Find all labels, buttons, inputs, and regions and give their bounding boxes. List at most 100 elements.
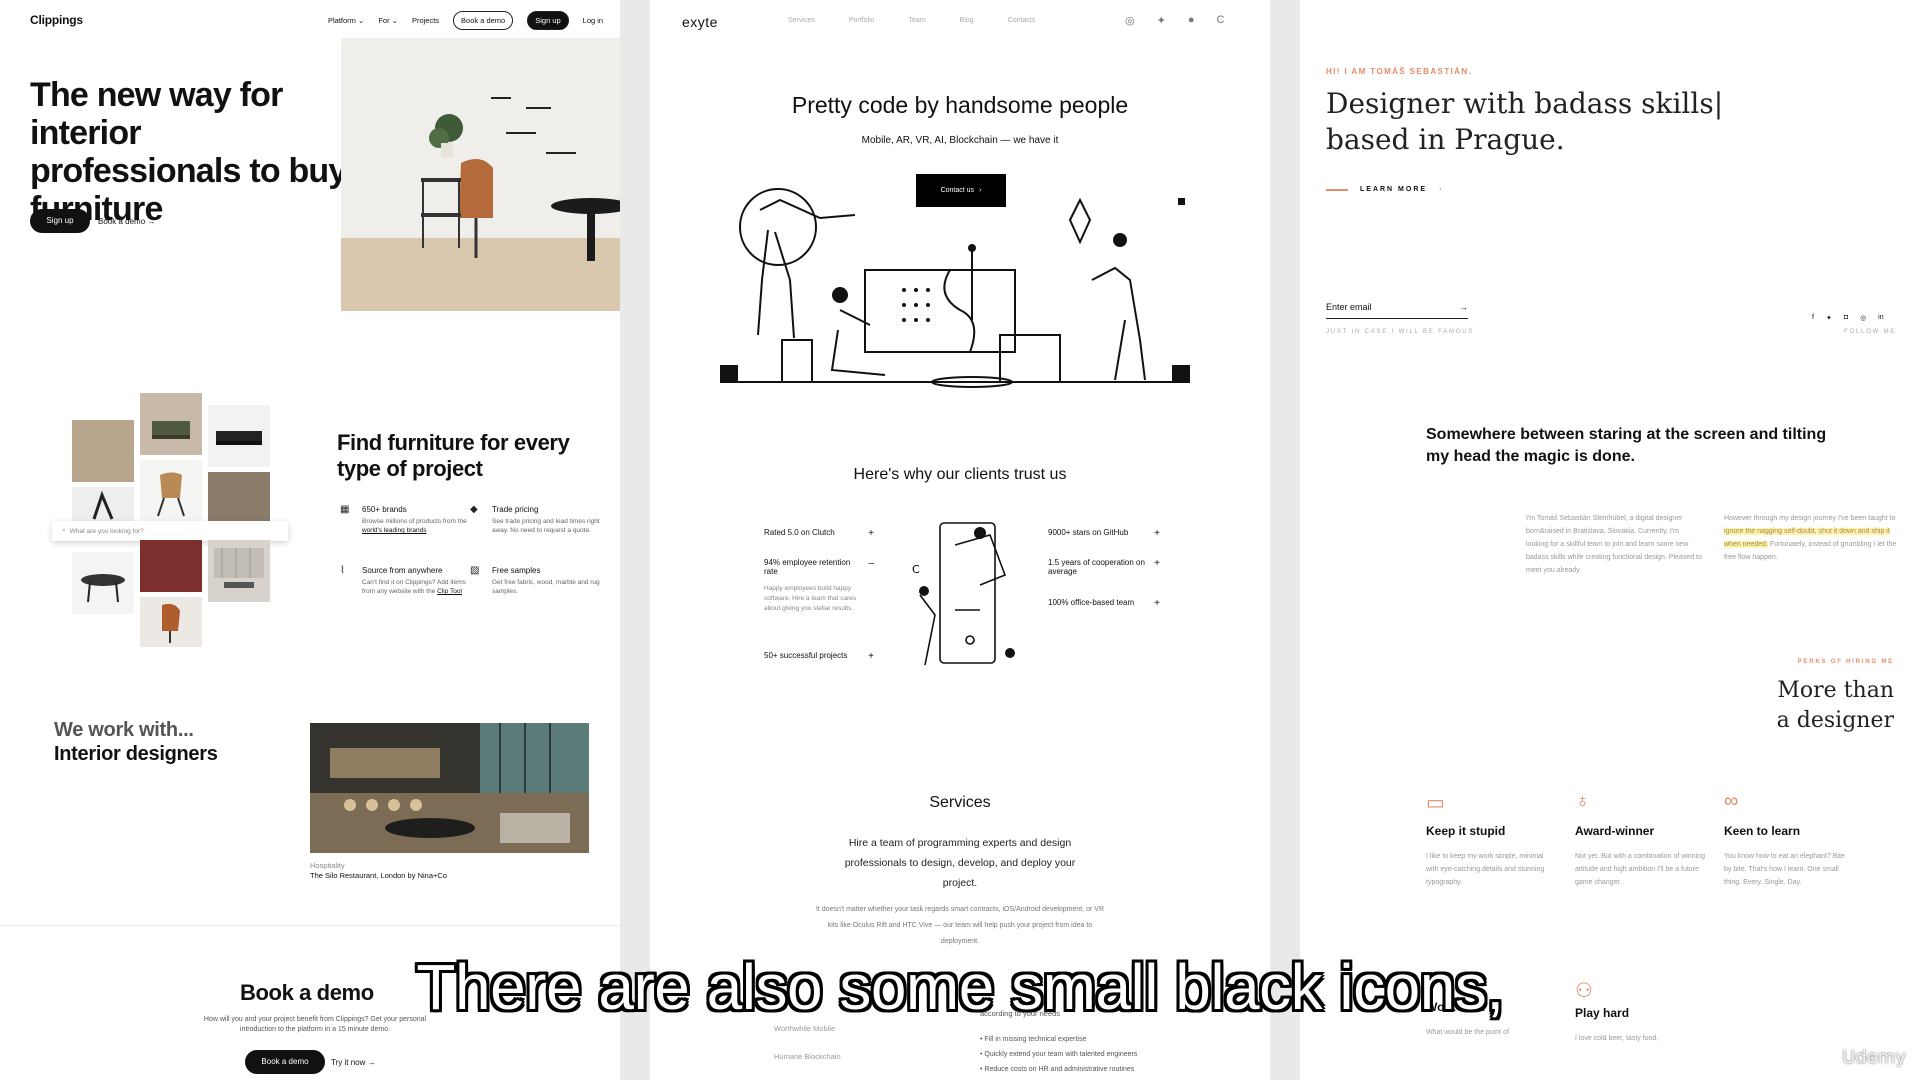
hero-book-demo-link[interactable]: Book a demo → xyxy=(98,217,155,226)
twitter-icon[interactable]: ✦ xyxy=(1826,314,1832,322)
plus-icon: + xyxy=(868,651,874,662)
nav-platform[interactable]: Platform ⌄ xyxy=(328,16,364,25)
feature-source-anywhere: ⌇ Source from anywhere Can't find it on … xyxy=(340,565,466,596)
perk-award-winner: ♁ Award-winner Not yet. But with a combi… xyxy=(1575,790,1715,889)
clip-tool-link[interactable]: Clip Tool xyxy=(437,588,462,595)
email-input[interactable]: Enter email → xyxy=(1326,302,1468,319)
product-tile[interactable] xyxy=(140,460,202,522)
restaurant-caption: Hospitality The Silo Restaurant, London … xyxy=(310,861,447,880)
dribbble-icon[interactable]: ◎ xyxy=(1860,314,1866,322)
trust-github[interactable]: 9000+ stars on GitHub + xyxy=(1048,528,1160,539)
trust-title: Here's why our clients trust us xyxy=(853,466,1067,483)
instagram-icon[interactable]: ◘ xyxy=(1844,314,1848,322)
product-tile[interactable] xyxy=(140,393,202,455)
arrow-right-icon: → xyxy=(1459,302,1468,312)
feature-brands: ▦ 650+ brands Browse millions of product… xyxy=(340,504,467,535)
perk-keep-stupid: ▭ Keep it stupid I like to keep my work … xyxy=(1426,790,1566,889)
nav-services[interactable]: Services xyxy=(788,17,815,24)
product-tile[interactable] xyxy=(140,540,202,592)
twitter-icon[interactable]: ✦ xyxy=(1157,14,1166,27)
more-than-designer-title: More than a designer xyxy=(1776,678,1894,733)
service-item[interactable]: Humane Blockchain xyxy=(774,1043,841,1071)
nav-blog[interactable]: Blog xyxy=(960,17,974,24)
minus-icon: – xyxy=(868,558,874,569)
services-title: Services xyxy=(929,794,991,811)
plus-icon: + xyxy=(1154,528,1160,539)
udemy-watermark: Udemy xyxy=(1842,1047,1906,1068)
arrow-right-icon: › xyxy=(979,187,982,194)
nav-team[interactable]: Team xyxy=(909,17,926,24)
product-tile[interactable] xyxy=(208,540,270,602)
search-icon: ⌕ xyxy=(62,527,66,534)
trust-illustration: C xyxy=(910,515,1030,670)
clippings-nav: Platform ⌄ For ⌄ Projects Book a demo Si… xyxy=(328,11,603,30)
trust-office[interactable]: 100% office-based team + xyxy=(1048,598,1160,609)
nav-login-link[interactable]: Log in xyxy=(583,16,603,25)
clutch-icon[interactable]: C xyxy=(1216,14,1224,27)
hero-image xyxy=(341,38,620,311)
clippings-logo[interactable]: Clippings xyxy=(30,13,83,27)
perks-kicker: PERKS OF HIRING ME xyxy=(1797,659,1894,665)
intro-kicker: HI! I AM TOMÁŠ SEBASTIÁN. xyxy=(1326,67,1473,76)
feature-trade-pricing: ◆ Trade pricing See trade pricing and le… xyxy=(470,504,600,535)
svg-text:C: C xyxy=(912,563,920,576)
nav-portfolio[interactable]: Portfolio xyxy=(849,17,875,24)
product-tile[interactable] xyxy=(208,405,270,467)
book-demo-button[interactable]: Book a demo xyxy=(245,1050,325,1074)
restaurant-image xyxy=(310,723,589,853)
github-icon[interactable]: ● xyxy=(1188,14,1195,27)
hero-signup-button[interactable]: Sign up xyxy=(30,209,90,233)
plus-icon: + xyxy=(1154,558,1160,569)
trust-retention[interactable]: 94% employee retention rate – xyxy=(764,558,874,576)
hero-title: The new way for interior professionals t… xyxy=(30,76,347,228)
video-subtitle: There are also some small black icons, xyxy=(416,951,1504,1023)
paperclip-icon: ⌇ xyxy=(340,565,345,576)
plus-icon: + xyxy=(868,528,874,539)
trust-projects[interactable]: 50+ successful projects + xyxy=(764,651,874,662)
exyte-panel: exyte Services Portfolio Team Blog Conta… xyxy=(650,0,1270,1080)
award-icon: ♁ xyxy=(1575,790,1590,812)
nav-projects[interactable]: Projects xyxy=(412,16,439,25)
swatch-icon: ▨ xyxy=(470,565,480,576)
nav-contacts[interactable]: Contacts xyxy=(1008,17,1036,24)
image-icon: ▭ xyxy=(1426,792,1445,814)
services-small-text: It doesn't matter whether your task rega… xyxy=(815,906,1105,945)
product-tile[interactable] xyxy=(140,597,202,647)
product-tile[interactable] xyxy=(72,552,134,614)
work-with-heading: We work with... Interior designers xyxy=(54,719,218,765)
trust-cooperation[interactable]: 1.5 years of cooperation on average + xyxy=(1048,558,1160,576)
contact-us-button[interactable]: Contact us › xyxy=(916,174,1006,207)
instagram-icon[interactable]: ◎ xyxy=(1125,14,1135,27)
nav-book-demo-button[interactable]: Book a demo xyxy=(453,11,514,30)
exyte-nav: Services Portfolio Team Blog Contacts xyxy=(788,17,1035,24)
exyte-hero-title: Pretty code by handsome people xyxy=(791,92,1129,118)
about-right-text: However through my design journey I've b… xyxy=(1724,515,1897,561)
world-brands-link[interactable]: world's leading brands xyxy=(362,527,426,534)
services-text: Hire a team of programming experts and d… xyxy=(844,837,1076,889)
exyte-hero-subtitle: Mobile, AR, VR, AI, Blockchain — we have… xyxy=(861,135,1059,146)
exyte-logo[interactable]: exyte xyxy=(682,14,718,30)
nav-for[interactable]: For ⌄ xyxy=(378,16,398,25)
about-left-text: I'm Tomáš Sebastián Steinhübel, a digita… xyxy=(1526,515,1702,574)
portfolio-hero-title: Designer with badass skills| based in Pr… xyxy=(1326,87,1724,156)
nav-signup-button[interactable]: Sign up xyxy=(527,11,569,30)
price-tag-icon: ◆ xyxy=(470,504,478,515)
chevron-right-icon: › xyxy=(1439,186,1444,193)
trust-retention-desc: Happy employees build happy software. Hi… xyxy=(764,585,857,612)
product-tile[interactable] xyxy=(72,487,134,521)
section-divider xyxy=(0,925,620,926)
product-tile[interactable] xyxy=(208,472,270,521)
linkedin-icon[interactable]: in xyxy=(1878,314,1883,322)
clippings-panel: Clippings Platform ⌄ For ⌄ Projects Book… xyxy=(0,0,620,1080)
magic-heading: Somewhere between staring at the screen … xyxy=(1426,426,1827,465)
follow-caption: FOLLOW ME xyxy=(1844,329,1897,335)
learn-more-link[interactable]: LEARN MORE › xyxy=(1326,186,1443,193)
portfolio-social: f ✦ ◘ ◎ in xyxy=(1812,314,1884,322)
trust-clutch[interactable]: Rated 5.0 on Clutch + xyxy=(764,528,874,539)
product-tile[interactable] xyxy=(72,420,134,482)
glasses-icon: ∞ xyxy=(1724,790,1739,812)
try-it-now-link[interactable]: Try it now → xyxy=(331,1058,376,1067)
product-search-bar[interactable]: ⌕ What are you looking for? xyxy=(52,521,288,541)
facebook-icon[interactable]: f xyxy=(1812,314,1814,322)
grid-icon: ▦ xyxy=(340,504,350,515)
